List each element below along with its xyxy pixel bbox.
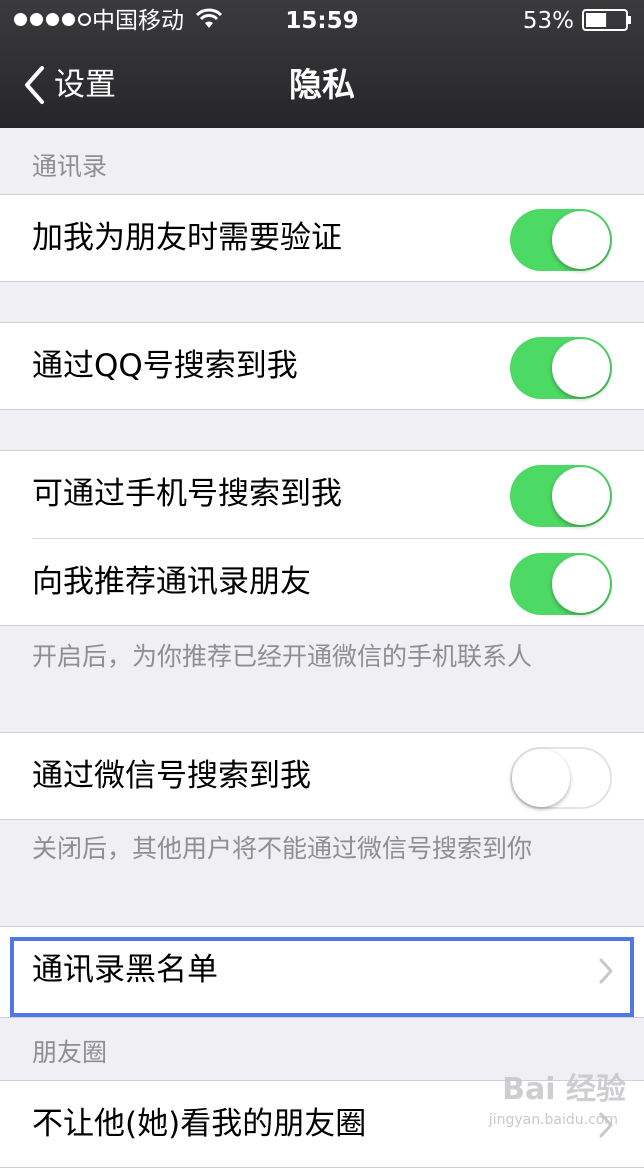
qq-search-row: 通过QQ号搜索到我 xyxy=(0,323,644,410)
watermark-logo: Bai 经验 xyxy=(502,1072,626,1107)
watermark-url: jingyan.baidu.com xyxy=(488,1112,618,1128)
qq-search-label: 通过QQ号搜索到我 xyxy=(32,348,298,384)
phone-group: 可通过手机号搜索到我 向我推荐通讯录朋友 xyxy=(0,450,644,626)
qq-search-toggle[interactable] xyxy=(510,337,612,399)
chevron-right-icon xyxy=(599,958,613,984)
qq-search-group: 通过QQ号搜索到我 xyxy=(0,322,644,410)
recommend-footnote: 开启后，为你推荐已经开通微信的手机联系人 xyxy=(32,642,533,671)
toggle-knob xyxy=(552,467,610,525)
recommend-toggle[interactable] xyxy=(510,553,612,615)
moments-section-header: 朋友圈 xyxy=(32,1038,108,1067)
recommend-row: 向我推荐通讯录朋友 xyxy=(32,538,644,625)
battery-percentage: 53% xyxy=(522,8,574,34)
wechat-id-search-label: 通过微信号搜索到我 xyxy=(32,758,311,794)
wechat-id-group: 通过微信号搜索到我 xyxy=(0,732,644,820)
moments-hide-label: 不让他(她)看我的朋友圈 xyxy=(32,1106,367,1142)
page-title: 隐私 xyxy=(289,65,355,104)
top-bar: 中国移动 15:59 53% 设置 隐私 xyxy=(0,0,644,128)
wechat-id-search-row: 通过微信号搜索到我 xyxy=(0,733,644,820)
toggle-knob xyxy=(552,339,610,397)
wechat-id-footnote: 关闭后，其他用户将不能通过微信号搜索到你 xyxy=(32,834,533,863)
battery-icon xyxy=(582,9,631,31)
status-bar: 中国移动 15:59 53% xyxy=(0,0,644,42)
toggle-knob xyxy=(552,211,610,269)
phone-search-row: 可通过手机号搜索到我 xyxy=(0,451,644,538)
verify-toggle[interactable] xyxy=(510,209,612,271)
wechat-id-search-toggle[interactable] xyxy=(510,747,612,809)
phone-search-label: 可通过手机号搜索到我 xyxy=(32,476,342,512)
verify-row: 加我为朋友时需要验证 xyxy=(0,195,644,282)
blacklist-group: 通讯录黑名单 xyxy=(0,926,644,1018)
contacts-section-header: 通讯录 xyxy=(32,152,108,181)
blacklist-label: 通讯录黑名单 xyxy=(32,952,218,988)
recommend-label: 向我推荐通讯录朋友 xyxy=(32,564,311,600)
toggle-knob xyxy=(512,749,570,807)
verify-group: 加我为朋友时需要验证 xyxy=(0,194,644,282)
phone-search-toggle[interactable] xyxy=(510,465,612,527)
verify-label: 加我为朋友时需要验证 xyxy=(32,220,342,256)
blacklist-row[interactable]: 通讯录黑名单 xyxy=(0,927,644,1017)
toggle-knob xyxy=(552,555,610,613)
